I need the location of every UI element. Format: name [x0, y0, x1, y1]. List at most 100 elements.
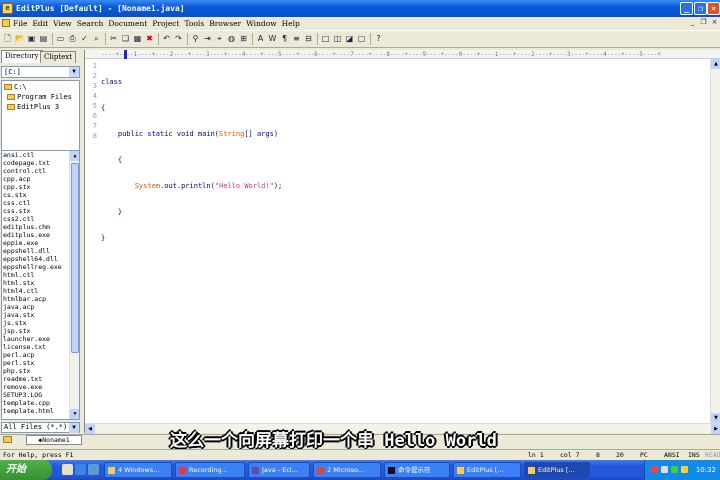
menu-edit[interactable]: Edit	[32, 19, 48, 28]
editor-vertical-scrollbar[interactable]: ▲ ▼	[710, 59, 720, 423]
file-list-item[interactable]: java.acp	[3, 303, 69, 311]
menu-search[interactable]: Search	[77, 19, 104, 28]
menu-project[interactable]: Project	[152, 19, 179, 28]
mdi-restore-button[interactable]: ❐	[699, 18, 708, 27]
print-icon[interactable]: ⎙	[68, 34, 77, 44]
minimize-button[interactable]: _	[680, 2, 693, 15]
show-spaces-icon[interactable]: ¶	[280, 34, 289, 44]
print-preview-icon[interactable]: ▭	[56, 34, 65, 44]
doc-tab-noname1[interactable]: ◆Noname1	[26, 435, 82, 445]
file-list-item[interactable]: template.cpp	[3, 399, 69, 407]
spell-check-icon[interactable]: ✓	[80, 34, 89, 44]
file-list-item[interactable]: control.ctl	[3, 167, 69, 175]
insert-icon[interactable]: ⊞	[239, 34, 248, 44]
cut-icon[interactable]: ✂	[109, 34, 118, 44]
cliptext-icon[interactable]: ◫	[333, 34, 342, 44]
file-list-item[interactable]: ansi.ctl	[3, 151, 69, 159]
line-number-icon[interactable]: ≡	[292, 34, 301, 44]
word-wrap-icon[interactable]: W	[268, 34, 277, 44]
file-list-item[interactable]: html4.ctl	[3, 287, 69, 295]
help-icon[interactable]: ?	[374, 34, 383, 44]
full-screen-icon[interactable]: □	[321, 34, 330, 44]
file-list-item[interactable]: template.html	[3, 407, 69, 415]
delete-icon[interactable]: ✖	[145, 34, 154, 44]
file-list-item[interactable]: perl.stx	[3, 359, 69, 367]
task-windows[interactable]: 4 Windows...	[104, 462, 172, 478]
task-editplus-2[interactable]: EditPlus [...	[524, 462, 590, 478]
file-list-item[interactable]: css.ctl	[3, 199, 69, 207]
new-file-icon[interactable]: 🗋	[3, 34, 12, 44]
tree-item[interactable]: C:\	[4, 83, 27, 91]
output-window-icon[interactable]: ▢	[357, 34, 366, 44]
internet-explorer-icon[interactable]	[75, 464, 86, 475]
ruler-icon[interactable]: ⊟	[304, 34, 313, 44]
file-list-item[interactable]: html.stx	[3, 279, 69, 287]
file-list-item[interactable]: cpp.acp	[3, 175, 69, 183]
editor-pane[interactable]: ----+----1----+----2----+----3----+----4…	[84, 50, 720, 434]
file-list-item[interactable]: readme.txt	[3, 375, 69, 383]
task-eclipse[interactable]: Java - Ecl...	[248, 462, 310, 478]
show-desktop-icon[interactable]	[62, 464, 73, 475]
tray-icon[interactable]	[681, 466, 688, 473]
menu-browser[interactable]: Browser	[209, 19, 241, 28]
mdi-close-button[interactable]: ×	[710, 18, 719, 27]
task-editplus-1[interactable]: EditPlus [...	[453, 462, 521, 478]
media-player-icon[interactable]	[88, 464, 99, 475]
file-list-item[interactable]: js.stx	[3, 319, 69, 327]
open-folder-icon[interactable]: 📂	[15, 34, 25, 44]
save-icon[interactable]: ▣	[27, 34, 36, 44]
scroll-down-icon[interactable]: ▼	[711, 413, 720, 423]
font-icon[interactable]: A	[256, 34, 265, 44]
code-area[interactable]: class { public static void main(String[]…	[101, 61, 282, 285]
file-list-item[interactable]: java.stx	[3, 311, 69, 319]
menu-help[interactable]: Help	[282, 19, 300, 28]
close-button[interactable]: ×	[707, 2, 720, 15]
mdi-minimize-button[interactable]: _	[688, 18, 697, 27]
browser-icon[interactable]: ◍	[227, 34, 236, 44]
file-list-item[interactable]: editplus.chm	[3, 223, 69, 231]
restore-button[interactable]: ❐	[694, 2, 707, 15]
menu-window[interactable]: Window	[246, 19, 277, 28]
menu-document[interactable]: Document	[108, 19, 147, 28]
file-list-item[interactable]: php.stx	[3, 367, 69, 375]
file-list-item[interactable]: htmlbar.acp	[3, 295, 69, 303]
file-list-item[interactable]: cpp.stx	[3, 183, 69, 191]
paste-icon[interactable]: ▦	[133, 34, 142, 44]
volume-icon[interactable]	[661, 466, 668, 473]
task-microsoft[interactable]: 2 Microso...	[313, 462, 381, 478]
goto-line-icon[interactable]: ⌖	[215, 34, 224, 44]
scroll-down-icon[interactable]: ▼	[70, 409, 79, 419]
file-list-item[interactable]: css.stx	[3, 207, 69, 215]
copy-icon[interactable]: ❏	[121, 34, 130, 44]
redo-icon[interactable]: ↷	[174, 34, 183, 44]
scroll-up-icon[interactable]: ▲	[70, 151, 79, 161]
undo-icon[interactable]: ↶	[162, 34, 171, 44]
file-list-item[interactable]: perl.acp	[3, 351, 69, 359]
tray-icon[interactable]	[651, 466, 658, 473]
chevron-down-icon[interactable]: ▼	[69, 67, 79, 77]
file-list[interactable]: ansi.ctl codepage.txt control.ctl cpp.acp cp…	[1, 150, 80, 420]
menu-view[interactable]: View	[53, 19, 72, 28]
file-list-item[interactable]: license.txt	[3, 343, 69, 351]
find-icon[interactable]: ⌕	[92, 34, 101, 44]
scroll-thumb[interactable]	[71, 163, 79, 353]
file-list-item[interactable]: cs.stx	[3, 191, 69, 199]
task-recording[interactable]: Recording...	[175, 462, 245, 478]
tree-item[interactable]: Program Files	[7, 93, 72, 101]
file-list-item[interactable]: remove.exe	[3, 383, 69, 391]
drive-select[interactable]: [C:] ▼	[1, 66, 80, 78]
menu-tools[interactable]: Tools	[184, 19, 204, 28]
menu-file[interactable]: File	[13, 19, 27, 28]
file-list-item[interactable]: launcher.exe	[3, 335, 69, 343]
scroll-right-icon[interactable]: ▶	[711, 424, 720, 434]
file-list-item[interactable]: codepage.txt	[3, 159, 69, 167]
chevron-down-icon[interactable]: ▼	[69, 423, 79, 433]
scroll-left-icon[interactable]: ◀	[85, 424, 95, 434]
file-list-item[interactable]: eppshellreg.exe	[3, 263, 69, 271]
file-list-item[interactable]: SETUP3.LOG	[3, 391, 69, 399]
file-list-scrollbar[interactable]: ▲ ▼	[69, 151, 79, 419]
find-next-icon[interactable]: ⇥	[203, 34, 212, 44]
file-list-item[interactable]: css2.ctl	[3, 215, 69, 223]
file-list-item[interactable]: jsp.stx	[3, 327, 69, 335]
network-icon[interactable]	[671, 466, 678, 473]
